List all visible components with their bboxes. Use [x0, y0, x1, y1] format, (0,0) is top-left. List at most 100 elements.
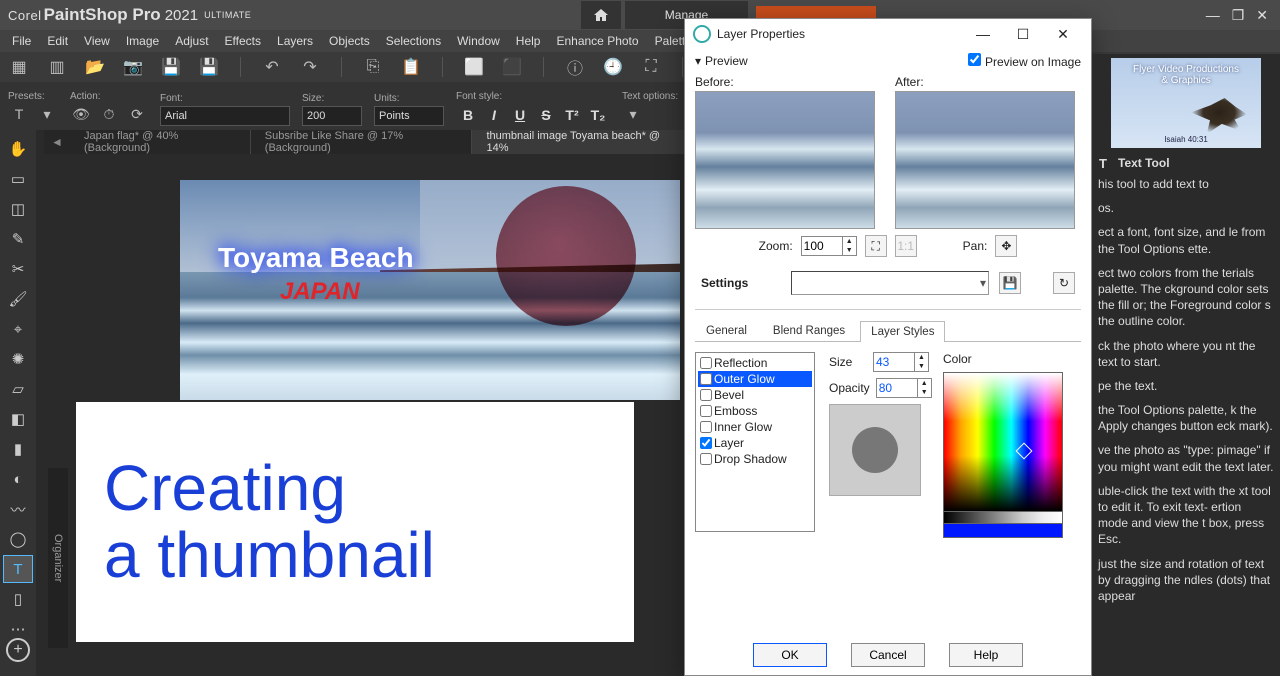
style-item-emboss[interactable]: Emboss [698, 403, 812, 419]
menu-enhance[interactable]: Enhance Photo [548, 32, 646, 50]
pan-button[interactable]: ✥ [995, 235, 1017, 257]
dialog-close-icon[interactable]: ✕ [1043, 26, 1083, 43]
save-settings-icon[interactable]: 💾 [999, 272, 1021, 294]
style-item-layer[interactable]: Layer [698, 435, 812, 451]
menu-window[interactable]: Window [449, 32, 508, 50]
subscript-button[interactable]: T₂ [586, 104, 610, 126]
zoom1-icon[interactable]: ⬜ [463, 56, 485, 78]
pick-tool-icon[interactable]: ▭ [4, 166, 32, 192]
menu-layers[interactable]: Layers [269, 32, 321, 50]
style-check[interactable] [700, 405, 712, 417]
text-tool-icon[interactable]: T [4, 556, 32, 582]
style-opacity-spinner[interactable]: ▲▼ [876, 378, 932, 398]
crop-tool-icon[interactable]: ✂ [4, 256, 32, 282]
tab-scroll-left[interactable]: ◄ [44, 135, 70, 149]
doc-tab-2[interactable]: Subsribe Like Share @ 17% (Background) [251, 130, 473, 154]
help-button[interactable]: Help [949, 643, 1023, 667]
dialog-max-icon[interactable]: ☐ [1003, 26, 1043, 43]
shape-tool-icon[interactable]: ◯ [4, 526, 32, 552]
brush-tool-icon[interactable]: 🖌 [4, 286, 32, 312]
style-check[interactable] [700, 373, 712, 385]
selection-tool-icon[interactable]: ◫ [4, 196, 32, 222]
tab-blend[interactable]: Blend Ranges [762, 320, 856, 341]
clone-tool-icon[interactable]: ⌖ [4, 316, 32, 342]
doc-tab-3[interactable]: thumbnail image Toyama beach* @ 14% [472, 130, 686, 154]
units-field[interactable]: Points [374, 106, 444, 126]
eye-icon[interactable]: 👁 [70, 104, 92, 124]
dialog-min-icon[interactable]: — [963, 26, 1003, 42]
style-item-outer-glow[interactable]: Outer Glow [698, 371, 812, 387]
menu-view[interactable]: View [76, 32, 118, 50]
preview-on-image-check[interactable]: Preview on Image [968, 53, 1081, 69]
zoom-fit-icon[interactable]: ⛶ [865, 235, 887, 257]
new-icon[interactable]: ▦ [8, 56, 30, 78]
cancel-button[interactable]: Cancel [851, 643, 925, 667]
reset-settings-icon[interactable]: ↻ [1053, 272, 1075, 294]
style-check[interactable] [700, 453, 712, 465]
tab-layerstyles[interactable]: Layer Styles [860, 321, 945, 342]
preview-toggle[interactable]: ▾ Preview [695, 54, 748, 68]
gradient-tool-icon[interactable]: ▮ [4, 436, 32, 462]
style-item-drop-shadow[interactable]: Drop Shadow [698, 451, 812, 467]
refresh-icon[interactable]: ⟳ [126, 104, 148, 124]
menu-file[interactable]: File [4, 32, 39, 50]
window-min-icon[interactable]: — [1206, 7, 1220, 24]
styles-list[interactable]: ReflectionOuter GlowBevelEmbossInner Glo… [695, 352, 815, 532]
menu-help[interactable]: Help [508, 32, 549, 50]
zoom-spinner[interactable]: ▲▼ [801, 236, 857, 256]
window-max-icon[interactable]: ❐ [1232, 7, 1245, 24]
save-icon[interactable]: 💾 [160, 56, 182, 78]
style-item-reflection[interactable]: Reflection [698, 355, 812, 371]
paste-icon[interactable]: 📋 [400, 56, 422, 78]
saveas-icon[interactable]: 💾 [198, 56, 220, 78]
text-tool-indicator[interactable]: T [8, 104, 30, 124]
vector-tool-icon[interactable]: ▯ [4, 586, 32, 612]
clock-icon[interactable]: 🕘 [602, 56, 624, 78]
dropper-tool-icon[interactable]: ✎ [4, 226, 32, 252]
gray-ramp[interactable] [943, 512, 1063, 524]
window-close-icon[interactable]: ✕ [1256, 7, 1268, 24]
strike-button[interactable]: S [534, 104, 558, 126]
open-icon[interactable]: 📂 [84, 56, 106, 78]
font-field[interactable]: Arial [160, 106, 290, 126]
superscript-button[interactable]: T² [560, 104, 584, 126]
eraser-tool-icon[interactable]: ▱ [4, 376, 32, 402]
dialog-titlebar[interactable]: Layer Properties — ☐ ✕ [685, 19, 1091, 49]
italic-button[interactable]: I [482, 104, 506, 126]
style-item-inner-glow[interactable]: Inner Glow [698, 419, 812, 435]
presets-dropdown-icon[interactable]: ▾ [36, 104, 58, 124]
ok-button[interactable]: OK [753, 643, 827, 667]
fill-tool-icon[interactable]: ◧ [4, 406, 32, 432]
resize-icon[interactable]: ⛶ [640, 56, 662, 78]
home-button[interactable] [581, 1, 621, 29]
bold-button[interactable]: B [456, 104, 480, 126]
textopts-dropdown-icon[interactable]: ▾ [622, 104, 644, 124]
style-check[interactable] [700, 437, 712, 449]
style-opacity-input[interactable] [876, 378, 918, 398]
current-color-swatch[interactable] [943, 524, 1063, 538]
style-check[interactable] [700, 389, 712, 401]
doc-tab-1[interactable]: Japan flag* @ 40% (Background) [70, 130, 251, 154]
organizer-tab[interactable]: Organizer [48, 468, 68, 648]
menu-edit[interactable]: Edit [39, 32, 76, 50]
redo-icon[interactable]: ↷ [299, 56, 321, 78]
info-icon[interactable]: ⓘ [564, 56, 586, 78]
lighten-tool-icon[interactable]: ◐ [4, 466, 32, 492]
retouch-tool-icon[interactable]: ✺ [4, 346, 32, 372]
style-check[interactable] [700, 357, 712, 369]
zoom2-icon[interactable]: ⬛ [501, 56, 523, 78]
canvas[interactable]: Toyama Beach JAPAN [180, 180, 680, 400]
tab-general[interactable]: General [695, 320, 758, 341]
menu-objects[interactable]: Objects [321, 32, 378, 50]
size-field[interactable]: 200 [302, 106, 362, 126]
menu-adjust[interactable]: Adjust [167, 32, 216, 50]
camera-icon[interactable]: 📷 [122, 56, 144, 78]
menu-selections[interactable]: Selections [378, 32, 449, 50]
menu-effects[interactable]: Effects [217, 32, 269, 50]
copy-icon[interactable]: ⎘ [362, 56, 384, 78]
smudge-tool-icon[interactable]: 〰 [4, 496, 32, 522]
zoom-100-icon[interactable]: 1:1 [895, 235, 917, 257]
zoom-input[interactable] [801, 236, 843, 256]
new2-icon[interactable]: ▥ [46, 56, 68, 78]
stopwatch-icon[interactable]: ⏱ [98, 104, 120, 124]
